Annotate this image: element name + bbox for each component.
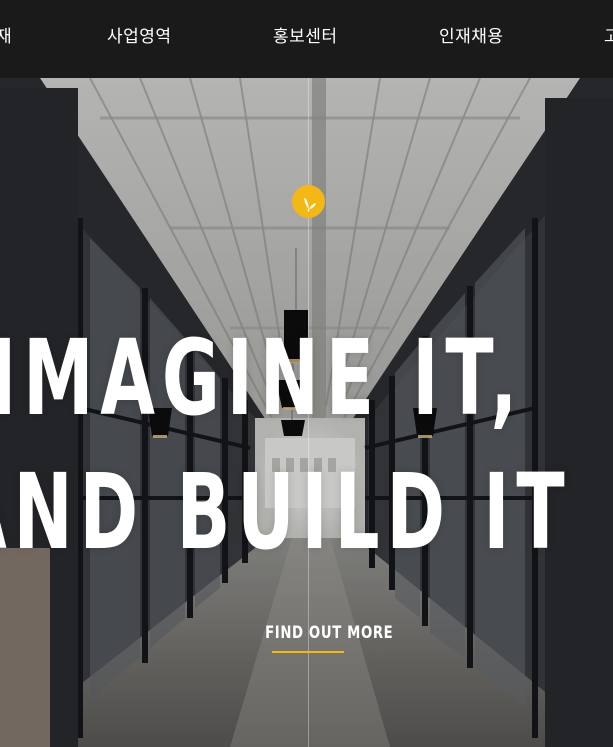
top-navigation: 재 사업영역 홍보센터 인재채용 고 [0, 0, 613, 78]
sprout-logo-icon[interactable] [292, 185, 325, 218]
nav-item-business[interactable]: 사업영역 [107, 22, 172, 47]
nav-item-careers[interactable]: 인재채용 [439, 22, 504, 47]
headline-line-2: AND BUILD IT [0, 451, 572, 574]
nav-item-partial-right[interactable]: 고 [604, 22, 613, 47]
find-out-more-link[interactable]: FIND OUT MORE [253, 623, 394, 653]
page: 재 사업영역 홍보센터 인재채용 고 IMAGINE IT, AND BUILD… [0, 0, 613, 747]
hero-section: IMAGINE IT, AND BUILD IT FIND OUT MORE [0, 78, 613, 747]
cta-label: FIND OUT MORE [265, 623, 394, 643]
nav-item-partial-left[interactable]: 재 [0, 22, 12, 47]
hero-headline: IMAGINE IT, AND BUILD IT [0, 311, 613, 579]
nav-item-pr-center[interactable]: 홍보센터 [273, 22, 338, 47]
headline-line-1: IMAGINE IT, [0, 317, 525, 440]
cta-underline [272, 651, 344, 653]
